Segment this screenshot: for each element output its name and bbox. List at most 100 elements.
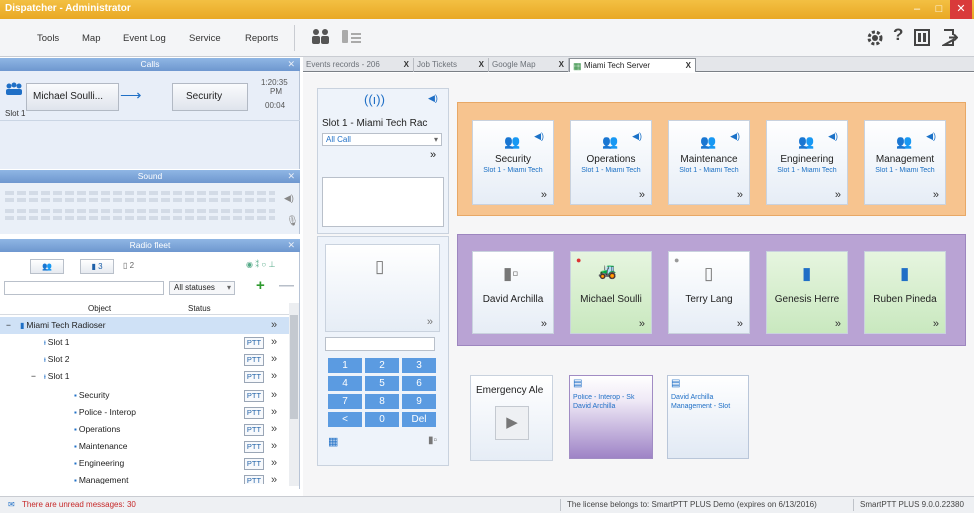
logout-icon[interactable] xyxy=(942,29,958,46)
play-icon[interactable]: ▶ xyxy=(495,406,529,440)
speaker-icon[interactable]: ◀) xyxy=(828,131,838,142)
expand-arrows-icon[interactable]: » xyxy=(271,421,277,438)
radio-users-icon[interactable]: ▮▫ xyxy=(428,435,437,446)
view-options-icon[interactable]: ◉ ⁑ ○ ⊥ xyxy=(246,260,275,269)
radio-card-genesis-herre[interactable]: ▮ Genesis Herre » xyxy=(766,251,848,334)
expand-arrows-icon[interactable]: » xyxy=(933,189,939,201)
tree-row-talkgroup[interactable]: ▪ Engineering PTT » xyxy=(0,455,289,472)
ptt-button[interactable]: PTT xyxy=(244,475,264,484)
tab-miami-tech-server[interactable]: ▦ Miami Tech Server X xyxy=(569,58,696,72)
expand-arrows-icon[interactable]: » xyxy=(933,318,939,330)
add-icon[interactable]: + xyxy=(256,277,265,294)
expand-arrows-icon[interactable]: » xyxy=(639,189,645,201)
tab-close-icon[interactable]: X xyxy=(686,59,691,72)
menu-reports[interactable]: Reports xyxy=(245,33,278,44)
tab-close-icon[interactable]: X xyxy=(559,58,564,71)
keypad-key-7[interactable]: 7 xyxy=(328,394,362,409)
call-target[interactable]: Security xyxy=(172,83,248,111)
tree-row-slot[interactable]: ᵻ Slot 2 PTT » xyxy=(0,351,289,368)
close-icon[interactable]: ✕ xyxy=(287,239,295,252)
expand-arrows-icon[interactable]: » xyxy=(835,189,841,201)
collapse-icon[interactable]: − xyxy=(6,317,11,334)
radio-card-ruben-pineda[interactable]: ▮ Ruben Pineda » xyxy=(864,251,946,334)
unread-messages-link[interactable]: There are unread messages: 30 xyxy=(22,497,136,513)
talkgroup-card-security[interactable]: 👥 ◀) Security Slot 1 - Miami Tech » xyxy=(472,120,554,205)
filter-talkgroups-button[interactable]: 👥 xyxy=(30,259,64,274)
expand-arrows-icon[interactable]: » xyxy=(430,149,436,161)
remove-icon[interactable]: — xyxy=(279,277,294,294)
expand-arrows-icon[interactable]: » xyxy=(835,318,841,330)
tree-row-talkgroup[interactable]: ▪ Operations PTT » xyxy=(0,421,289,438)
keypad-key-5[interactable]: 5 xyxy=(365,376,399,391)
menu-service[interactable]: Service xyxy=(189,33,221,44)
expand-arrows-icon[interactable]: » xyxy=(541,318,547,330)
close-button[interactable]: ✕ xyxy=(950,0,972,19)
collapse-icon[interactable]: − xyxy=(31,368,36,385)
tree-row-talkgroup[interactable]: ▪ Security PTT » xyxy=(0,387,289,404)
menu-map[interactable]: Map xyxy=(82,33,100,44)
keypad-key-9[interactable]: 9 xyxy=(402,394,436,409)
expand-arrows-icon[interactable]: » xyxy=(271,334,277,351)
expand-arrows-icon[interactable]: » xyxy=(271,472,277,484)
selected-radio-card[interactable]: ▯ » xyxy=(325,244,440,332)
expand-arrows-icon[interactable]: » xyxy=(271,351,277,368)
maximize-button[interactable]: □ xyxy=(928,0,950,19)
talkgroup-card-engineering[interactable]: 👥 ◀) Engineering Slot 1 - Miami Tech » xyxy=(766,120,848,205)
keypad-toggle-icon[interactable]: ▦ xyxy=(328,435,338,448)
expand-arrows-icon[interactable]: » xyxy=(541,189,547,201)
keypad-key-8[interactable]: 8 xyxy=(365,394,399,409)
speaker-icon[interactable]: ◀) xyxy=(534,131,544,142)
ptt-button[interactable]: PTT xyxy=(244,371,264,383)
menu-event-log[interactable]: Event Log xyxy=(123,33,166,44)
tree-row-slot[interactable]: − ᵻ Slot 1 PTT » xyxy=(0,368,289,385)
expand-arrows-icon[interactable]: » xyxy=(271,438,277,455)
fleet-search-input[interactable] xyxy=(4,281,164,295)
microphone-icon[interactable]: 🎙 xyxy=(286,216,299,227)
call-type-select[interactable]: All Call ▾ xyxy=(322,133,442,146)
expand-arrows-icon[interactable]: » xyxy=(271,387,277,404)
tab-close-icon[interactable]: X xyxy=(479,58,484,71)
status-filter-select[interactable]: All statuses ▾ xyxy=(169,281,235,295)
expand-arrows-icon[interactable]: » xyxy=(427,316,433,328)
close-icon[interactable]: ✕ xyxy=(287,170,295,183)
expand-arrows-icon[interactable]: » xyxy=(271,317,277,334)
filter-offline[interactable]: ▯ 2 xyxy=(123,261,134,270)
note-card-police-interop[interactable]: ▤ Police - Interop - Sk David Archilla xyxy=(569,375,653,459)
keypad-key-back[interactable]: < xyxy=(328,412,362,427)
ptt-button[interactable]: PTT xyxy=(244,441,264,453)
note-card-david-archilla[interactable]: ▤ David Archilla Management - Slot xyxy=(667,375,749,459)
speaker-icon[interactable]: ◀) xyxy=(632,131,642,142)
ptt-button[interactable]: PTT xyxy=(244,337,264,349)
emergency-alert-card[interactable]: Emergency Ale ▶ xyxy=(470,375,553,461)
tree-row-server[interactable]: − ▮ Miami Tech Radioser » xyxy=(0,317,289,334)
layout-icon[interactable] xyxy=(914,29,930,46)
radio-card-terry-lang[interactable]: ● ▯ Terry Lang » xyxy=(668,251,750,334)
minimize-button[interactable]: – xyxy=(906,0,928,19)
ptt-button[interactable]: PTT xyxy=(244,390,264,402)
scrollbar-thumb[interactable] xyxy=(290,315,298,419)
menu-tools[interactable]: Tools xyxy=(37,33,59,44)
ptt-button[interactable]: PTT xyxy=(244,458,264,470)
tab-close-icon[interactable]: X xyxy=(404,58,409,71)
expand-arrows-icon[interactable]: » xyxy=(271,404,277,421)
talkgroup-card-maintenance[interactable]: 👥 ◀) Maintenance Slot 1 - Miami Tech » xyxy=(668,120,750,205)
close-icon[interactable]: ✕ xyxy=(287,58,295,71)
speaker-icon[interactable]: ◀) xyxy=(284,193,294,204)
tree-row-talkgroup[interactable]: ▪ Police - Interop PTT » xyxy=(0,404,289,421)
speaker-icon[interactable]: ◀) xyxy=(730,131,740,142)
keypad-key-2[interactable]: 2 xyxy=(365,358,399,373)
expand-arrows-icon[interactable]: » xyxy=(737,189,743,201)
talkgroup-card-management[interactable]: 👥 ◀) Management Slot 1 - Miami Tech » xyxy=(864,120,946,205)
scrollbar[interactable] xyxy=(289,303,299,486)
tab-job-tickets[interactable]: Job Tickets X xyxy=(414,58,489,72)
keypad-key-4[interactable]: 4 xyxy=(328,376,362,391)
gear-icon[interactable] xyxy=(866,29,884,47)
tree-row-talkgroup[interactable]: ▪ Management PTT » xyxy=(0,472,289,484)
keypad-key-delete[interactable]: Del xyxy=(402,412,436,427)
radio-list-icon[interactable] xyxy=(340,27,364,47)
expand-arrows-icon[interactable]: » xyxy=(271,368,277,385)
ptt-button[interactable]: PTT xyxy=(244,407,264,419)
ptt-button[interactable]: PTT xyxy=(244,354,264,366)
keypad-key-3[interactable]: 3 xyxy=(402,358,436,373)
speaker-icon[interactable]: ◀) xyxy=(926,131,936,142)
